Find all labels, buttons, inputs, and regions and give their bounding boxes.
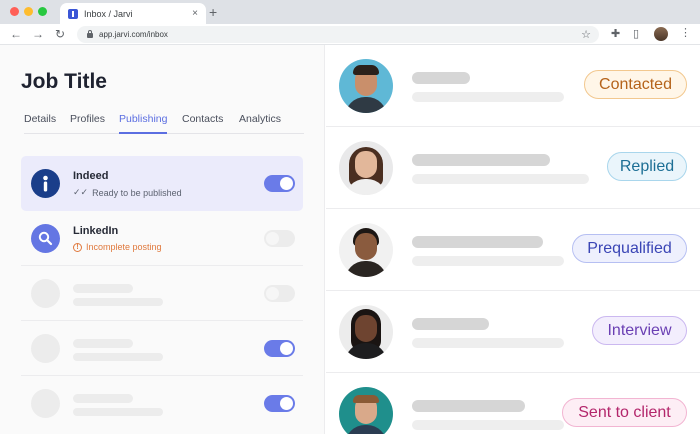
search-icon (31, 224, 60, 253)
candidate-row[interactable]: Prequalified (326, 209, 700, 291)
skeleton-line (73, 353, 163, 361)
window-close-dot[interactable] (10, 7, 19, 16)
tab-close-icon[interactable]: × (188, 8, 202, 19)
bookmark-star-icon[interactable]: ☆ (581, 28, 591, 41)
status-badge: Replied (607, 152, 687, 181)
skeleton-line (412, 420, 564, 430)
skeleton-line (412, 318, 489, 330)
skeleton-line (73, 284, 133, 293)
candidate-row[interactable]: Sent to client (326, 373, 700, 434)
publish-toggle[interactable] (264, 285, 295, 302)
status-badge: Sent to client (562, 398, 687, 427)
avatar-hair (353, 395, 379, 403)
job-board-row-linkedin[interactable]: LinkedIn ! Incomplete posting (21, 211, 303, 266)
window-minimize-dot[interactable] (24, 7, 33, 16)
skeleton-line (412, 400, 525, 412)
avatar-face (355, 233, 377, 260)
tab-contacts[interactable]: Contacts (182, 112, 223, 134)
candidate-row[interactable]: Contacted (326, 45, 700, 127)
job-board-row-placeholder (21, 266, 303, 321)
toggle-knob (280, 397, 293, 410)
job-board-row-placeholder (21, 376, 303, 431)
skeleton-line (412, 174, 589, 184)
jarvi-favicon-icon (68, 8, 78, 19)
job-board-name: LinkedIn (73, 225, 119, 237)
warning-icon: ! (73, 242, 82, 252)
forward-button[interactable]: → (32, 26, 44, 42)
new-tab-button[interactable]: + (209, 4, 217, 20)
skeleton-line (412, 338, 564, 348)
skeleton-line (73, 339, 133, 348)
publish-toggle[interactable] (264, 230, 295, 247)
skeleton-line (412, 256, 564, 266)
toggle-knob (280, 342, 293, 355)
skeleton-line (412, 236, 543, 248)
window-maximize-dot[interactable] (38, 7, 47, 16)
avatar (339, 141, 393, 195)
status-badge: Prequalified (572, 234, 687, 263)
double-check-icon: ✓✓ (73, 187, 89, 197)
tab-title: Inbox / Jarvi (84, 8, 133, 19)
status-text: Incomplete posting (86, 242, 162, 252)
browser-menu-icon[interactable]: ⋮ (680, 27, 691, 40)
placeholder-avatar (31, 389, 60, 418)
status-badge: Interview (592, 316, 687, 345)
side-panel-icon[interactable]: ▯ (633, 28, 639, 41)
extensions-icon[interactable]: ✚ (611, 28, 620, 41)
candidate-list: Contacted Replied Prequalified Interview (326, 45, 700, 434)
job-panel: Job Title Details Profiles Publishing Co… (0, 45, 325, 434)
tab-analytics[interactable]: Analytics (239, 112, 281, 134)
avatar-body (345, 97, 387, 113)
tab-publishing[interactable]: Publishing (119, 112, 168, 134)
candidate-row[interactable]: Replied (326, 127, 700, 209)
publish-toggle[interactable] (264, 395, 295, 412)
browser-tab[interactable]: Inbox / Jarvi × (60, 3, 206, 24)
skeleton-line (73, 298, 163, 306)
skeleton-line (73, 408, 163, 416)
placeholder-avatar (31, 279, 60, 308)
avatar-face (355, 315, 377, 342)
toggle-knob (266, 287, 279, 300)
job-tabs: Details Profiles Publishing Contacts Ana… (24, 112, 304, 134)
status-badge: Contacted (584, 70, 687, 99)
browser-tab-bar: Inbox / Jarvi × + (0, 0, 700, 24)
toggle-knob (266, 232, 279, 245)
job-board-status: ! Incomplete posting (73, 242, 162, 252)
avatar (339, 59, 393, 113)
tab-profiles[interactable]: Profiles (70, 112, 105, 134)
skeleton-line (412, 92, 564, 102)
placeholder-avatar (31, 334, 60, 363)
job-board-name: Indeed (73, 170, 109, 182)
publish-toggle[interactable] (264, 340, 295, 357)
url-text[interactable]: app.jarvi.com/inbox (99, 30, 581, 39)
avatar (339, 223, 393, 277)
job-board-row-placeholder (21, 321, 303, 376)
browser-profile-avatar[interactable] (654, 27, 668, 41)
publish-toggle[interactable] (264, 175, 295, 192)
skeleton-line (73, 394, 133, 403)
skeleton-line (412, 72, 470, 84)
reload-button[interactable]: ↻ (55, 26, 65, 42)
job-board-status: ✓✓ Ready to be published (73, 187, 182, 198)
job-board-row-indeed[interactable]: Indeed ✓✓ Ready to be published (21, 156, 303, 211)
avatar-hair (353, 65, 379, 75)
tab-details[interactable]: Details (24, 112, 56, 134)
indeed-icon (31, 169, 60, 198)
page-title: Job Title (21, 70, 107, 93)
back-button[interactable]: ← (10, 26, 22, 42)
candidate-row[interactable]: Interview (326, 291, 700, 373)
avatar (339, 305, 393, 359)
avatar-body (345, 425, 387, 434)
status-text: Ready to be published (92, 187, 182, 198)
avatar (339, 387, 393, 434)
browser-toolbar: ← → ↻ app.jarvi.com/inbox ☆ ✚ ▯ ⋮ (0, 24, 700, 45)
toggle-knob (280, 177, 293, 190)
avatar-face (355, 151, 377, 178)
address-bar[interactable]: app.jarvi.com/inbox ☆ (77, 26, 599, 43)
skeleton-line (412, 154, 550, 166)
avatar-body (345, 261, 387, 277)
lock-icon (87, 30, 93, 38)
